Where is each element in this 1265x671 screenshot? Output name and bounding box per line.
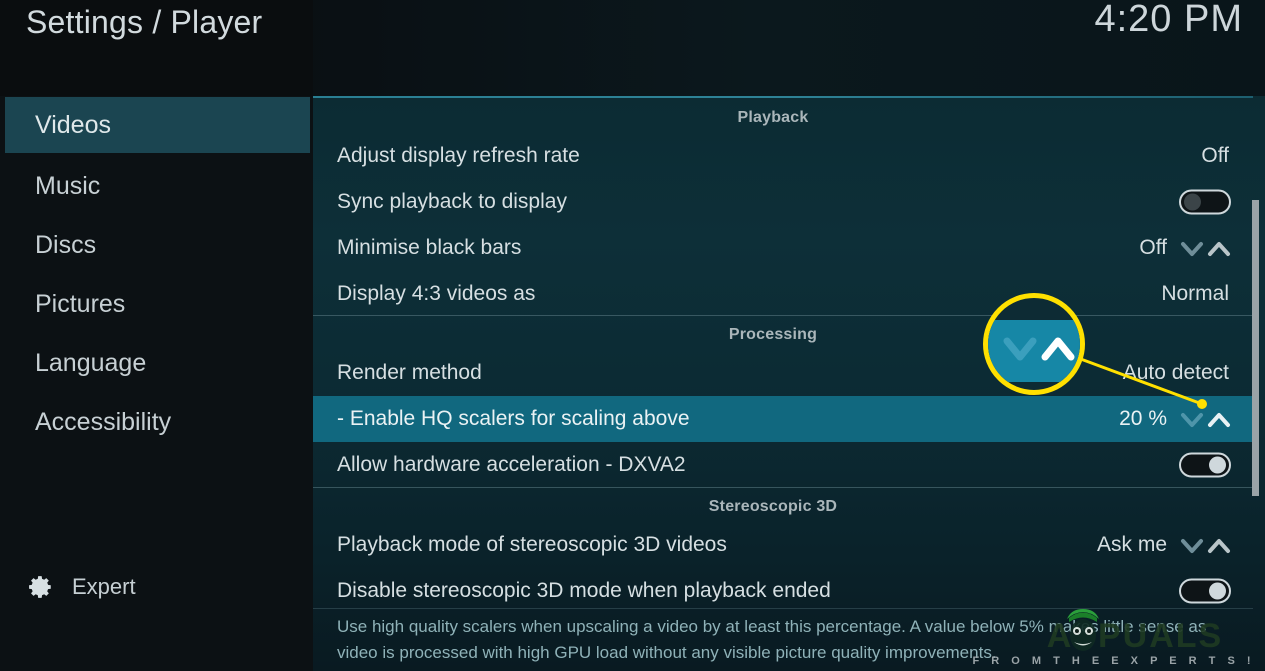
sidebar-item-language[interactable]: Language [5,335,310,391]
gear-icon [28,574,54,600]
setting-value[interactable]: Ask me [1097,533,1167,557]
setting-row-render-method[interactable]: Render method Auto detect [313,350,1253,396]
settings-list-panel: Playback Adjust display refresh rate Off… [313,96,1265,671]
setting-label: Sync playback to display [337,190,567,213]
setting-label: Playback mode of stereoscopic 3D videos [337,533,727,556]
setting-row-allow-hardware-acceleration-dxva2[interactable]: Allow hardware acceleration - DXVA2 [313,442,1253,488]
toggle-knob [1209,456,1226,474]
setting-label: Render method [337,361,482,384]
setting-toggle-switch[interactable] [1179,452,1231,478]
setting-toggle-switch[interactable] [1179,578,1231,604]
setting-label: Minimise black bars [337,236,522,259]
setting-row-enable-hq-scalers[interactable]: - Enable HQ scalers for scaling above 20… [313,396,1253,442]
kodi-settings-window: Settings / Player 4:20 PM Videos Music D… [0,0,1265,671]
sidebar-item-label: Language [35,349,147,377]
setting-spinner-chevrons[interactable] [1179,406,1233,432]
setting-label: Display 4:3 videos as [337,282,536,305]
setting-row-playback-mode-stereoscopic-3d[interactable]: Playback mode of stereoscopic 3D videos … [313,522,1253,568]
group-divider [313,487,1253,488]
group-divider [313,315,1253,316]
group-header-playback: Playback [737,109,809,126]
group-header-stereoscopic-3d: Stereoscopic 3D [708,498,838,515]
sidebar-item-discs[interactable]: Discs [5,217,310,273]
window-header: Settings / Player 4:20 PM [0,0,1265,96]
setting-row-display-43-videos-as[interactable]: Display 4:3 videos as Normal [313,271,1253,317]
setting-row-sync-playback-to-display[interactable]: Sync playback to display [313,179,1253,225]
setting-value[interactable]: Normal [1161,282,1229,306]
setting-row-adjust-display-refresh-rate[interactable]: Adjust display refresh rate Off [313,133,1253,179]
settings-level-label: Expert [72,574,136,599]
page-title: Settings / Player [26,4,263,40]
toggle-knob [1184,193,1201,211]
clock: 4:20 PM [1094,0,1243,40]
setting-label: Allow hardware acceleration - DXVA2 [337,453,686,476]
scrollbar-thumb[interactable] [1252,200,1259,496]
setting-toggle-switch[interactable] [1179,189,1231,215]
setting-value[interactable]: Off [1139,236,1167,260]
setting-spinner-chevrons[interactable] [1179,532,1233,558]
description-divider [313,608,1253,609]
toggle-knob [1209,582,1226,600]
sidebar-item-label: Accessibility [35,408,172,436]
sidebar-item-label: Videos [35,111,111,139]
sidebar-item-music[interactable]: Music [5,158,310,214]
setting-value[interactable]: Auto detect [1123,361,1229,385]
sidebar-item-pictures[interactable]: Pictures [5,276,310,332]
settings-category-sidebar: Videos Music Discs Pictures Language Acc… [0,96,313,671]
settings-level-button[interactable]: Expert [28,574,136,600]
setting-label: - Enable HQ scalers for scaling above [337,407,690,430]
setting-row-minimise-black-bars[interactable]: Minimise black bars Off [313,225,1253,271]
sidebar-item-label: Discs [35,231,97,259]
sidebar-item-label: Music [35,172,101,200]
sidebar-item-videos[interactable]: Videos [5,97,310,153]
setting-label: Disable stereoscopic 3D mode when playba… [337,579,831,602]
setting-label: Adjust display refresh rate [337,144,580,167]
panel-top-divider [313,96,1253,98]
group-header-processing: Processing [728,326,818,343]
setting-value[interactable]: 20 % [1119,407,1167,431]
sidebar-item-label: Pictures [35,290,126,318]
setting-description: Use high quality scalers when upscaling … [337,617,1207,662]
setting-value[interactable]: Off [1201,144,1229,168]
sidebar-item-accessibility[interactable]: Accessibility [5,394,310,450]
setting-spinner-chevrons[interactable] [1179,235,1233,261]
